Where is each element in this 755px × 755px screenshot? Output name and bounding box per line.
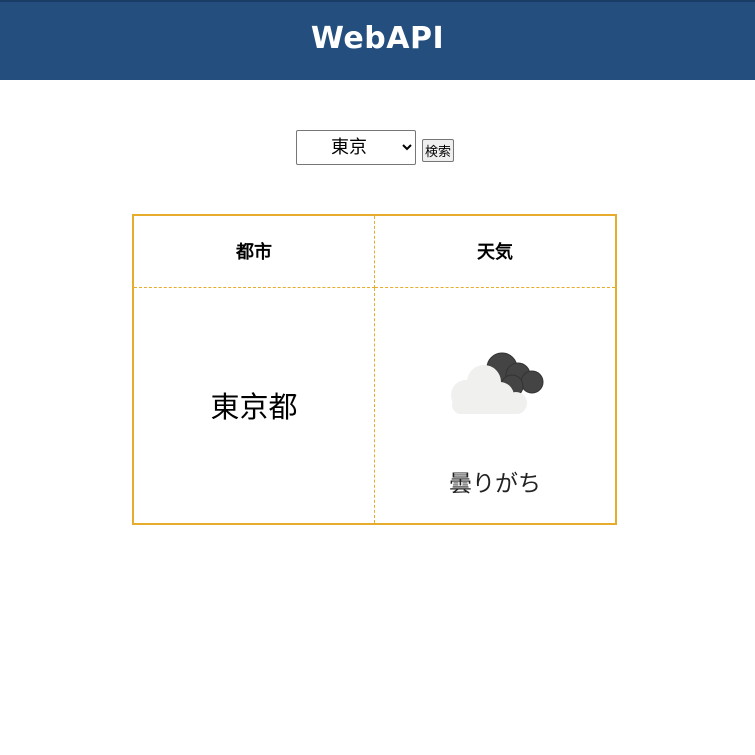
cloudy-icon: [451, 352, 544, 414]
weather-table: 都市 天気 東京都 曇りがち: [132, 214, 617, 525]
city-column-header: 都市: [132, 214, 375, 288]
app-header: WebAPI: [0, 0, 755, 80]
search-button[interactable]: 検索: [422, 139, 455, 162]
weather-cell: 曇りがち: [374, 286, 617, 525]
city-select[interactable]: 東京: [296, 130, 416, 165]
city-cell: 東京都: [132, 286, 375, 525]
search-bar: 東京 検索: [296, 130, 455, 165]
weather-column-header: 天気: [374, 214, 617, 288]
table-row: 東京都 曇りがち: [132, 286, 617, 525]
page-title: WebAPI: [310, 20, 445, 56]
weather-description: 曇りがち: [449, 470, 541, 497]
table-header-row: 都市 天気: [132, 214, 617, 288]
